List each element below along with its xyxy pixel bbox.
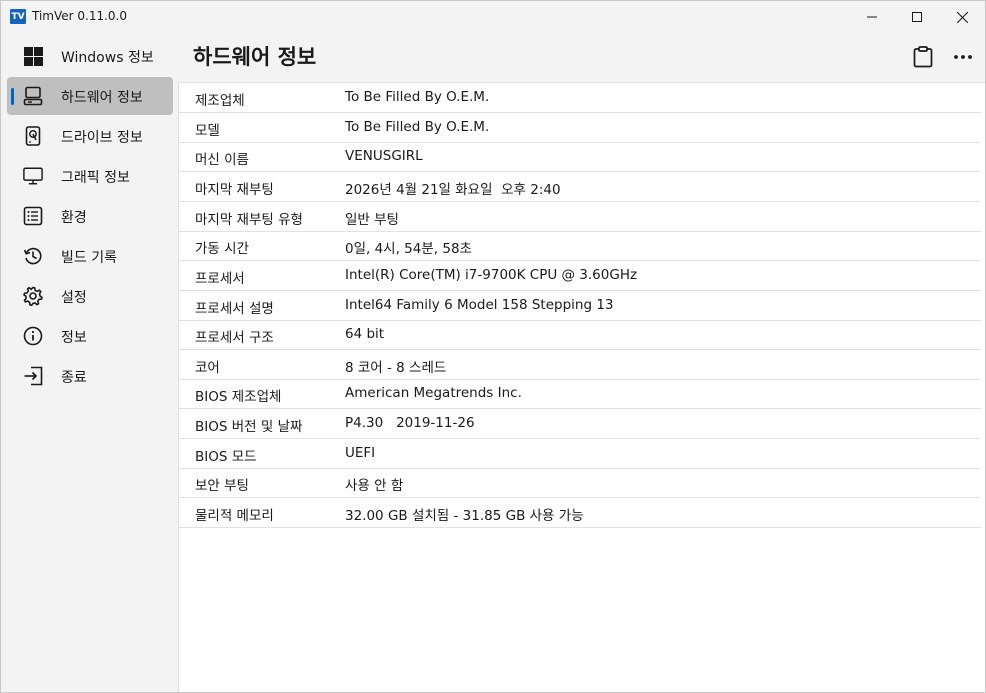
sidebar-item-exit[interactable]: 종료 xyxy=(7,357,173,395)
info-value: 8 코어 - 8 스레드 xyxy=(345,360,447,376)
sidebar-item-label: 설정 xyxy=(61,290,87,306)
info-row-cores: 코어 8 코어 - 8 스레드 xyxy=(179,350,981,380)
exit-icon xyxy=(23,366,43,386)
history-icon xyxy=(23,246,43,266)
info-value: 사용 안 함 xyxy=(345,478,404,494)
sidebar-item-label: 종료 xyxy=(61,370,87,386)
sidebar-item-windows-info[interactable]: Windows 정보 xyxy=(7,37,173,75)
info-key: BIOS 제조업체 xyxy=(195,389,282,405)
info-icon xyxy=(23,326,43,346)
info-row-secure-boot: 보안 부팅 사용 안 함 xyxy=(179,468,981,498)
sidebar-item-label: 환경 xyxy=(61,210,87,226)
info-value: 32.00 GB 설치됨 - 31.85 GB 사용 가능 xyxy=(345,508,584,524)
sidebar-item-graphics-info[interactable]: 그래픽 정보 xyxy=(7,157,173,195)
info-value: 0일, 4시, 54분, 58초 xyxy=(345,241,472,257)
info-value: 일반 부팅 xyxy=(345,212,399,228)
info-key: 코어 xyxy=(195,360,220,376)
info-row-processor: 프로세서 Intel(R) Core(TM) i7-9700K CPU @ 3.… xyxy=(179,261,981,291)
info-row-bios-mode: BIOS 모드 UEFI xyxy=(179,439,981,469)
sidebar-item-label: 하드웨어 정보 xyxy=(61,90,143,106)
info-value: American Megatrends Inc. xyxy=(345,385,522,401)
sidebar-item-about[interactable]: 정보 xyxy=(7,317,173,355)
more-options-button[interactable] xyxy=(949,43,977,71)
sidebar-item-label: 드라이브 정보 xyxy=(61,130,143,146)
info-row-bios-version-date: BIOS 버전 및 날짜 P4.30 2019-11-26 xyxy=(179,409,981,439)
sidebar-item-settings[interactable]: 설정 xyxy=(7,277,173,315)
sidebar-item-label: Windows 정보 xyxy=(61,50,154,66)
info-key: 가동 시간 xyxy=(195,241,249,257)
window-title: TimVer 0.11.0.0 xyxy=(32,9,128,23)
info-value: P4.30 2019-11-26 xyxy=(345,415,475,431)
info-key: 머신 이름 xyxy=(195,152,249,168)
info-key: 프로세서 xyxy=(195,271,245,287)
selected-indicator xyxy=(11,88,14,105)
info-key: 모델 xyxy=(195,123,220,139)
sidebar-item-hardware-info[interactable]: 하드웨어 정보 xyxy=(7,77,173,115)
info-key: BIOS 버전 및 날짜 xyxy=(195,419,303,435)
minimize-icon xyxy=(867,16,877,18)
info-row-last-reboot-type: 마지막 재부팅 유형 일반 부팅 xyxy=(179,202,981,232)
info-value: Intel64 Family 6 Model 158 Stepping 13 xyxy=(345,297,614,313)
monitor-icon xyxy=(23,166,43,186)
hardware-info-list[interactable]: 제조업체 To Be Filled By O.E.M. 모델 To Be Fil… xyxy=(178,82,985,692)
windows-logo-icon xyxy=(23,46,43,66)
info-value: UEFI xyxy=(345,445,376,461)
info-key: 마지막 재부팅 xyxy=(195,182,274,198)
info-row-bios-manufacturer: BIOS 제조업체 American Megatrends Inc. xyxy=(179,379,981,409)
info-row-processor-architecture: 프로세서 구조 64 bit xyxy=(179,320,981,350)
page-title: 하드웨어 정보 xyxy=(193,45,317,69)
info-key: 물리적 메모리 xyxy=(195,508,274,524)
close-button[interactable] xyxy=(939,1,985,33)
minimize-button[interactable] xyxy=(849,1,895,33)
gear-icon xyxy=(23,286,43,306)
sidebar-item-environment[interactable]: 환경 xyxy=(7,197,173,235)
info-value: 64 bit xyxy=(345,326,385,342)
info-value: VENUSGIRL xyxy=(345,148,423,164)
maximize-button[interactable] xyxy=(894,1,940,33)
app-window: TV TimVer 0.11.0.0 Windows 정보 하드웨어 정보 드라… xyxy=(0,0,986,693)
sidebar-item-label: 그래픽 정보 xyxy=(61,170,130,186)
info-value: 2026년 4월 21일 화요일 오후 2:40 xyxy=(345,182,561,198)
info-value: To Be Filled By O.E.M. xyxy=(345,89,490,105)
list-icon xyxy=(23,206,43,226)
info-row-last-reboot: 마지막 재부팅 2026년 4월 21일 화요일 오후 2:40 xyxy=(179,172,981,202)
maximize-icon xyxy=(912,12,922,22)
info-row-processor-description: 프로세서 설명 Intel64 Family 6 Model 158 Stepp… xyxy=(179,291,981,321)
info-row-physical-memory: 물리적 메모리 32.00 GB 설치됨 - 31.85 GB 사용 가능 xyxy=(179,498,981,528)
title-bar[interactable]: TV TimVer 0.11.0.0 xyxy=(1,1,985,33)
info-row-uptime: 가동 시간 0일, 4시, 54분, 58초 xyxy=(179,231,981,261)
app-logo-icon: TV xyxy=(10,9,26,24)
info-key: BIOS 모드 xyxy=(195,449,257,465)
info-value: Intel(R) Core(TM) i7-9700K CPU @ 3.60GHz xyxy=(345,267,638,283)
info-row-model: 모델 To Be Filled By O.E.M. xyxy=(179,113,981,143)
info-row-manufacturer: 제조업체 To Be Filled By O.E.M. xyxy=(179,83,981,113)
sidebar-item-build-history[interactable]: 빌드 기록 xyxy=(7,237,173,275)
sidebar-nav: Windows 정보 하드웨어 정보 드라이브 정보 그래픽 정보 환경 빌드 … xyxy=(1,35,178,692)
sidebar-item-drive-info[interactable]: 드라이브 정보 xyxy=(7,117,173,155)
hard-drive-icon xyxy=(23,126,43,146)
info-key: 프로세서 구조 xyxy=(195,330,274,346)
info-row-machine-name: 머신 이름 VENUSGIRL xyxy=(179,142,981,172)
more-dots-icon xyxy=(954,55,972,59)
info-key: 프로세서 설명 xyxy=(195,301,274,317)
copy-to-clipboard-button[interactable] xyxy=(909,43,937,71)
computer-icon xyxy=(23,86,43,106)
close-icon xyxy=(956,11,968,23)
clipboard-icon xyxy=(913,46,933,68)
main-panel: 하드웨어 정보 제조업체 To Be Filled By O.E.M. 모델 T… xyxy=(178,33,985,692)
info-value: To Be Filled By O.E.M. xyxy=(345,119,490,135)
sidebar-item-label: 정보 xyxy=(61,330,87,346)
info-key: 제조업체 xyxy=(195,93,245,109)
info-key: 마지막 재부팅 유형 xyxy=(195,212,303,228)
sidebar-item-label: 빌드 기록 xyxy=(61,250,117,266)
info-key: 보안 부팅 xyxy=(195,478,249,494)
